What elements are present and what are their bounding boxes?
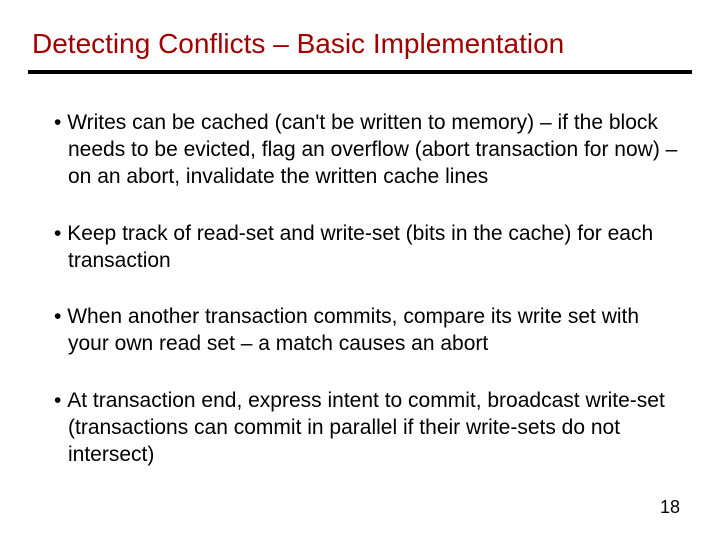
page-number: 18 (660, 497, 680, 518)
slide-title: Detecting Conflicts – Basic Implementati… (32, 28, 684, 60)
bullet-item: At transaction end, express intent to co… (54, 388, 684, 469)
title-rule (28, 70, 692, 74)
bullet-item: When another transaction commits, compar… (54, 304, 684, 358)
bullet-item: Keep track of read-set and write-set (bi… (54, 221, 684, 275)
bullet-item: Writes can be cached (can't be written t… (54, 110, 684, 191)
bullet-list: Writes can be cached (can't be written t… (36, 110, 684, 469)
